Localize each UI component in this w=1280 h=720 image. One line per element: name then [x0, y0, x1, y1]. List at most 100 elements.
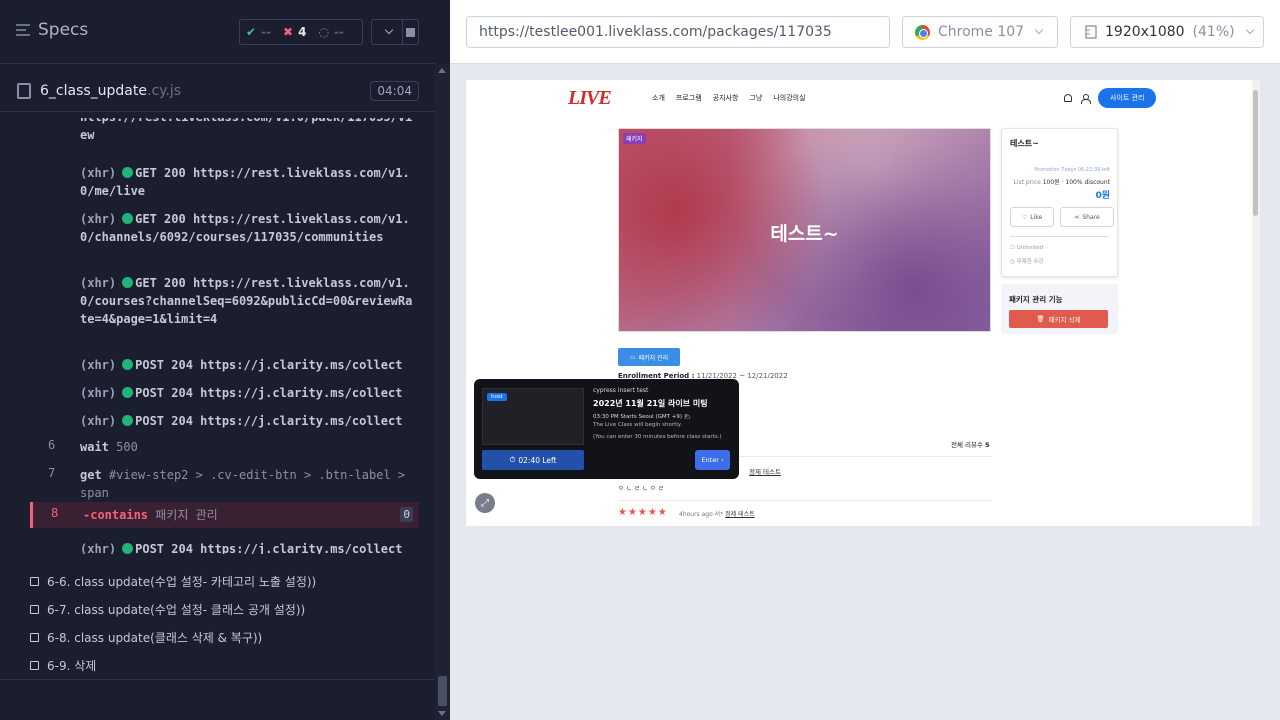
spec-file-name[interactable]: 6_class_update.cy.js	[40, 83, 181, 99]
header-actions: 사이트 관리	[1064, 88, 1157, 108]
viewport-select[interactable]: 1920x1080 (41%)	[1070, 16, 1264, 48]
scroll-down-icon[interactable]	[438, 711, 446, 716]
specs-toggle[interactable]: Specs	[16, 20, 88, 40]
user-icon[interactable]	[1081, 93, 1091, 104]
nav-item[interactable]: 프로그램	[676, 93, 702, 103]
ruler-icon	[1085, 25, 1097, 39]
delete-package-button[interactable]: 🗑 패키지 삭제	[1009, 310, 1108, 328]
rating-stars: ★★★★★	[618, 507, 668, 518]
share-icon: ⋖	[1074, 213, 1080, 221]
command-row[interactable]: (xhr) GET 200 https://rest.liveklass.com/…	[30, 164, 419, 200]
test-item[interactable]: 6-9. 삭제	[30, 657, 96, 674]
spec-duration: 04:04	[370, 81, 419, 101]
stop-icon	[406, 27, 415, 37]
failed-count: ✖ 4	[283, 25, 307, 39]
status-dot-icon	[122, 543, 134, 554]
command-row[interactable]: (xhr) POST 204 https://j.clarity.ms/colle…	[30, 384, 419, 402]
share-button[interactable]: ⋖ Share	[1060, 207, 1114, 227]
status-dot-icon	[122, 167, 134, 178]
review-text: ㅇㄴㄹㄴㅇㄹ	[618, 484, 666, 492]
xhr-entry: (xhr) POST 204 https://j.clarity.ms/colle…	[80, 386, 403, 400]
command-log-scrollbar[interactable]	[435, 64, 450, 720]
test-stats: ✔ -- ✖ 4 ◌ --	[239, 19, 363, 45]
status-dot-icon	[122, 415, 134, 426]
command-number: 6	[48, 438, 56, 452]
live-start-time: 03:30 PM Starts Seoul (GMT +9) 🌥	[593, 414, 691, 420]
divider	[1010, 236, 1108, 237]
status-dot-icon	[122, 387, 134, 398]
package-cover-image: 패키지 테스트~	[618, 128, 991, 332]
collapse-button[interactable]	[371, 19, 403, 45]
spec-file-row: 6_class_update.cy.js 04:04	[0, 72, 435, 112]
scrollbar-thumb[interactable]	[1253, 90, 1258, 216]
site-admin-button[interactable]: 사이트 관리	[1098, 88, 1157, 108]
like-button[interactable]: ♡ Like	[1010, 207, 1054, 227]
package-badge: 패키지	[623, 133, 646, 144]
review-meta: 4hours ago 서* 정제 테스트	[679, 511, 755, 518]
xhr-entry: (xhr) POST 204 https://j.clarity.ms/colle…	[80, 542, 403, 554]
command-list: https://rest.liveklass.com/v1.0/pack/117…	[30, 118, 419, 554]
site-logo[interactable]: LIVE	[568, 87, 612, 110]
test-item[interactable]: 6-7. class update(수업 설정- 클래스 공개 설정))	[30, 601, 305, 618]
scroll-up-icon[interactable]	[438, 68, 446, 73]
command-row[interactable]: (xhr) GET 200 https://rest.liveklass.com/…	[30, 210, 419, 264]
nav-item[interactable]: 그냥	[749, 93, 762, 103]
live-info: The Live Class will begin shortly.	[593, 422, 683, 428]
package-management-card: 패키지 관리 기능 🗑 패키지 삭제	[1001, 284, 1118, 334]
command-row[interactable]: (xhr) POST 204 https://j.clarity.ms/colle…	[30, 356, 419, 374]
site-nav: 소개 프로그램 공지사항 그냥 나의강의실	[652, 93, 806, 103]
stop-button[interactable]	[403, 19, 419, 45]
element-count-badge: 0	[400, 507, 413, 522]
test-item[interactable]: 6-8. class update(클래스 삭제 & 복구))	[30, 629, 262, 646]
enter-live-button[interactable]: Enter ›	[695, 450, 730, 470]
nav-item[interactable]: 소개	[652, 93, 665, 103]
chevron-down-icon	[1034, 25, 1044, 35]
management-title: 패키지 관리 기능	[1009, 295, 1063, 304]
test-status-icon	[30, 605, 39, 614]
command-body: -contains 패키지 관리	[83, 508, 218, 522]
xhr-entry: (xhr) POST 204 https://j.clarity.ms/colle…	[80, 414, 403, 428]
cover-title: 테스트~	[770, 223, 839, 245]
command-row[interactable]: 6 wait 500	[30, 438, 419, 456]
command-row[interactable]: (xhr) POST 204 https://j.clarity.ms/colle…	[30, 412, 419, 430]
passed-count: ✔ --	[246, 25, 272, 39]
purchase-card: 테스트~ Promotion 7days 06:22:39 left List …	[1001, 128, 1118, 277]
command-row[interactable]: https://rest.liveklass.com/v1.0/pack/117…	[30, 118, 419, 144]
app-scrollbar[interactable]	[1252, 80, 1260, 526]
host-badge: host	[487, 393, 507, 401]
xhr-entry: (xhr) GET 200 https://rest.liveklass.com/…	[80, 276, 413, 326]
chevron-down-icon	[1245, 25, 1254, 35]
xhr-entry: (xhr) GET 200 https://rest.liveklass.com/…	[80, 212, 410, 244]
access-period: ☖ Unlimited	[1010, 245, 1044, 251]
scrollbar-thumb[interactable]	[438, 676, 447, 706]
nav-item[interactable]: 공지사항	[713, 93, 739, 103]
url-bar[interactable]: https://testlee001.liveklass.com/package…	[466, 16, 890, 48]
promotion-timer: Promotion 7days 06:22:39 left	[1034, 167, 1110, 173]
command-log-panel: Specs ✔ -- ✖ 4 ◌ -- 6_class_update.cy.js…	[0, 0, 450, 720]
pending-count: ◌ --	[318, 25, 344, 39]
live-subtitle: cypress insert test	[593, 387, 649, 394]
chrome-icon	[915, 24, 930, 40]
access-type: ◷ 무제한 수강	[1010, 259, 1044, 265]
specs-label: Specs	[38, 20, 89, 40]
nav-item[interactable]: 나의강의실	[773, 93, 805, 103]
expand-icon[interactable]: ⤢	[475, 493, 495, 513]
command-row[interactable]: (xhr) GET 200 https://rest.liveklass.com/…	[30, 274, 419, 346]
command-number: 8	[51, 506, 59, 520]
command-row-failed[interactable]: 8 -contains 패키지 관리 0	[30, 502, 419, 528]
browser-select[interactable]: Chrome 107	[902, 16, 1058, 48]
command-text: https://rest.liveklass.com/v1.0/pack/117…	[80, 118, 412, 142]
command-number: 7	[48, 466, 56, 480]
command-row[interactable]: 7 get #view-step2 > .cv-edit-btn > .btn-l…	[30, 466, 419, 502]
status-dot-icon	[122, 359, 134, 370]
command-row[interactable]: (xhr) POST 204 https://j.clarity.ms/colle…	[30, 540, 419, 554]
divider	[0, 679, 435, 680]
xhr-entry: (xhr) GET 200 https://rest.liveklass.com/…	[80, 166, 410, 198]
app-preview-panel: https://testlee001.liveklass.com/package…	[450, 0, 1280, 720]
test-item[interactable]: 6-6. class update(수업 설정- 카테고리 노출 설정))	[30, 573, 316, 590]
file-icon	[17, 83, 31, 99]
package-manage-button[interactable]: ▭ 패키지 관리	[618, 348, 680, 366]
browser-toolbar: https://testlee001.liveklass.com/package…	[450, 0, 1280, 64]
bell-icon[interactable]	[1064, 94, 1072, 102]
heart-icon: ♡	[1021, 213, 1028, 221]
